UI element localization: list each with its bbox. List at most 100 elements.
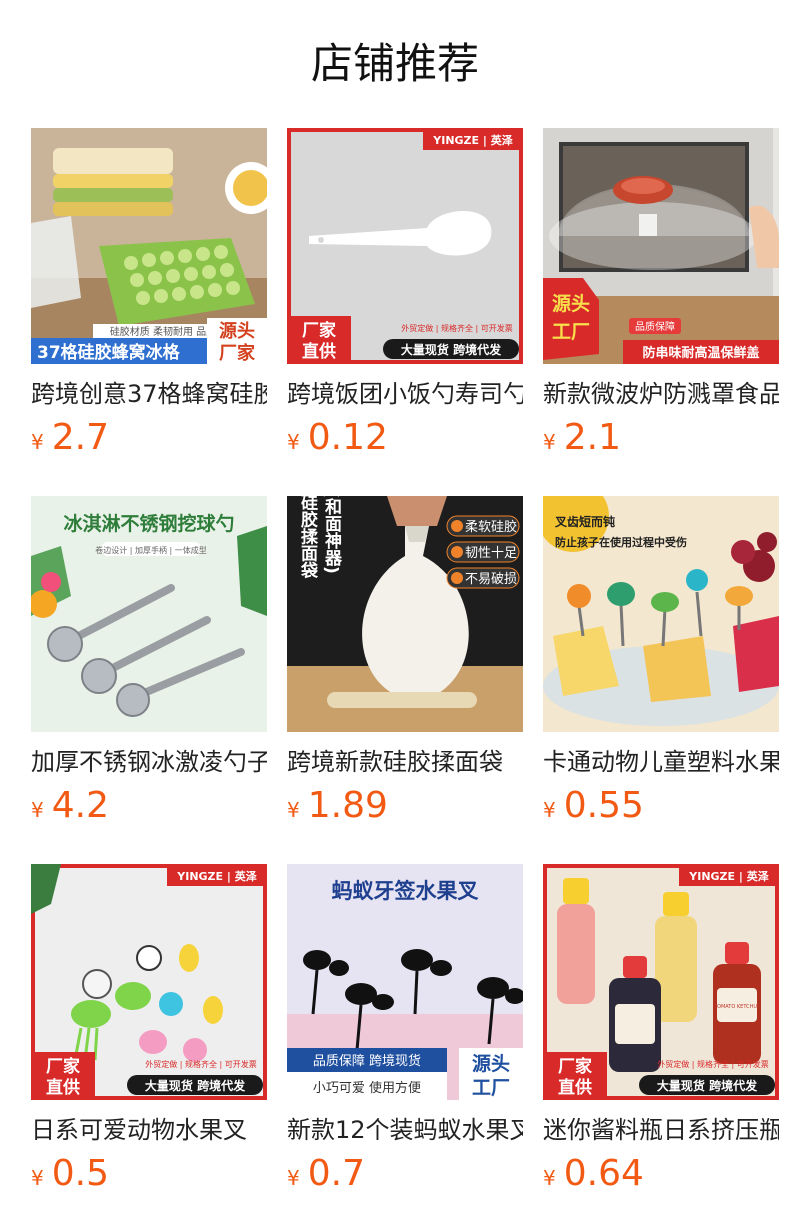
svg-text:冰淇淋不锈钢挖球勺: 冰淇淋不锈钢挖球勺 <box>63 512 234 535</box>
svg-text:工厂: 工厂 <box>472 1077 510 1099</box>
svg-text:防止孩子在使用过程中受伤: 防止孩子在使用过程中受伤 <box>555 535 687 549</box>
svg-text:叉齿短而钝: 叉齿短而钝 <box>554 514 615 529</box>
svg-text:外贸定做 | 规格齐全 | 可开发票: 外贸定做 | 规格齐全 | 可开发票 <box>657 1059 769 1069</box>
svg-text:YINGZE | 英泽: YINGZE | 英泽 <box>688 869 768 883</box>
product-price: ¥0.12 <box>287 416 388 460</box>
svg-text:大量现货 跨境代发: 大量现货 跨境代发 <box>145 1078 246 1093</box>
svg-text:蚂蚁牙签水果叉: 蚂蚁牙签水果叉 <box>332 879 480 903</box>
currency-symbol: ¥ <box>543 798 556 822</box>
price-value: 0.55 <box>563 785 644 826</box>
ice-cream-scoop-icon: 冰淇淋不锈钢挖球勺 卷边设计 | 加厚手柄 | 一体成型 <box>31 496 267 732</box>
product-card[interactable]: YINGZE | 英泽 TOMATO KETCHUP 厂家 直供 外贸定做 | <box>543 864 779 1194</box>
svg-text:硅胶揉面袋: 硅胶揉面袋 <box>297 496 319 579</box>
svg-text:厂家: 厂家 <box>46 1056 80 1077</box>
product-price: ¥0.5 <box>31 1152 109 1196</box>
svg-text:不易破损: 不易破损 <box>465 572 517 587</box>
svg-text:品质保障: 品质保障 <box>635 320 675 333</box>
product-name[interactable]: 新款微波炉防溅罩食品盖 <box>543 374 779 414</box>
product-card[interactable]: 硅胶揉面袋 (和面神器) 柔软硅胶 韧性十足 不易破损 跨境新款硅胶揉面袋 ¥ … <box>287 496 523 826</box>
svg-text:防串味耐高温保鲜盖: 防串味耐高温保鲜盖 <box>642 345 759 361</box>
product-price: ¥0.7 <box>287 1152 365 1196</box>
product-price: ¥2.1 <box>543 416 621 460</box>
product-price: ¥0.55 <box>543 784 644 828</box>
svg-text:TOMATO KETCHUP: TOMATO KETCHUP <box>713 1004 760 1010</box>
product-card[interactable]: 硅胶材质 柔韧耐用 品质保障 37格硅胶蜂窝冰格 源头 厂家 跨境创意37格蜂窝… <box>31 128 267 458</box>
product-card[interactable]: YINGZE | 英泽 厂家 直供 外贸定做 | 规格齐全 | 可开发票 大量现… <box>287 128 523 458</box>
svg-text:品质保障 跨境现货: 品质保障 跨境现货 <box>313 1053 421 1069</box>
currency-symbol: ¥ <box>543 430 556 454</box>
animal-fruit-forks-icon: YINGZE | 英泽 厂家 直供 外贸定做 | 规格齐全 | 可开发票 大量现… <box>31 864 267 1100</box>
price-value: 0.64 <box>563 1153 644 1194</box>
product-image[interactable]: 硅胶材质 柔韧耐用 品质保障 37格硅胶蜂窝冰格 源头 厂家 <box>31 128 267 364</box>
product-card[interactable]: 冰淇淋不锈钢挖球勺 卷边设计 | 加厚手柄 | 一体成型 加厚不锈钢冰激凌勺子 … <box>31 496 267 826</box>
product-image[interactable]: 源头 工厂 品质保障 防串味耐高温保鲜盖 <box>543 128 779 364</box>
svg-text:外贸定做 | 规格齐全 | 可开发票: 外贸定做 | 规格齐全 | 可开发票 <box>145 1059 257 1069</box>
price-value: 4.2 <box>51 785 109 826</box>
price-value: 2.7 <box>51 417 109 458</box>
product-price: ¥1.89 <box>287 784 388 828</box>
product-name[interactable]: 新款12个装蚂蚁水果叉 <box>287 1110 523 1150</box>
product-image[interactable]: 硅胶揉面袋 (和面神器) 柔软硅胶 韧性十足 不易破损 <box>287 496 523 732</box>
svg-text:源头: 源头 <box>472 1052 510 1075</box>
price-value: 0.5 <box>51 1153 109 1194</box>
product-card[interactable]: 源头 工厂 品质保障 防串味耐高温保鲜盖 新款微波炉防溅罩食品盖 ¥2.1 <box>543 128 779 458</box>
page-title: 店铺推荐 <box>310 39 479 88</box>
svg-text:大量现货 跨境代发: 大量现货 跨境代发 <box>401 342 502 357</box>
svg-text:37格硅胶蜂窝冰格: 37格硅胶蜂窝冰格 <box>37 342 181 363</box>
product-name[interactable]: 跨境新款硅胶揉面袋 <box>287 742 523 782</box>
product-name[interactable]: 加厚不锈钢冰激凌勺子 <box>31 742 267 782</box>
svg-text:外贸定做 | 规格齐全 | 可开发票: 外贸定做 | 规格齐全 | 可开发票 <box>401 323 513 333</box>
price-value: 0.7 <box>307 1153 365 1194</box>
svg-text:小巧可爱 使用方便: 小巧可爱 使用方便 <box>313 1080 421 1096</box>
currency-symbol: ¥ <box>287 798 300 822</box>
product-image[interactable]: YINGZE | 英泽 厂家 直供 外贸定做 | 规格齐全 | 可开发票 大量现… <box>31 864 267 1100</box>
price-value: 1.89 <box>307 785 388 826</box>
product-name[interactable]: 迷你酱料瓶日系挤压瓶 <box>543 1110 779 1150</box>
product-image[interactable]: 蚂蚁牙签水果叉 品质保障 跨境现货 小巧可爱 使用方便 源头 工厂 <box>287 864 523 1100</box>
svg-text:韧性十足: 韧性十足 <box>465 546 517 561</box>
product-image[interactable]: 冰淇淋不锈钢挖球勺 卷边设计 | 加厚手柄 | 一体成型 <box>31 496 267 732</box>
svg-text:源头: 源头 <box>552 292 590 315</box>
product-name[interactable]: 跨境饭团小饭勺寿司勺 <box>287 374 523 414</box>
product-image[interactable]: YINGZE | 英泽 TOMATO KETCHUP 厂家 直供 外贸定做 | <box>543 864 779 1100</box>
price-value: 0.12 <box>307 417 388 458</box>
svg-text:厂家: 厂家 <box>302 320 336 341</box>
microwave-cover-icon: 源头 工厂 品质保障 防串味耐高温保鲜盖 <box>543 128 779 364</box>
product-card[interactable]: YINGZE | 英泽 厂家 直供 外贸定做 | 规格齐全 | 可开发票 大量现… <box>31 864 267 1194</box>
currency-symbol: ¥ <box>31 430 44 454</box>
rice-spoon-icon: YINGZE | 英泽 厂家 直供 外贸定做 | 规格齐全 | 可开发票 大量现… <box>287 128 523 364</box>
sauce-bottles-icon: YINGZE | 英泽 TOMATO KETCHUP 厂家 直供 外贸定做 | <box>543 864 779 1100</box>
dinosaur-fruit-forks-icon: 叉齿短而钝 防止孩子在使用过程中受伤 <box>543 496 779 732</box>
svg-text:工厂: 工厂 <box>552 321 590 343</box>
svg-text:大量现货 跨境代发: 大量现货 跨境代发 <box>657 1078 758 1093</box>
product-image[interactable]: YINGZE | 英泽 厂家 直供 外贸定做 | 规格齐全 | 可开发票 大量现… <box>287 128 523 364</box>
svg-text:YINGZE | 英泽: YINGZE | 英泽 <box>432 133 512 147</box>
product-card[interactable]: 蚂蚁牙签水果叉 品质保障 跨境现货 小巧可爱 使用方便 源头 工厂 新款12个装… <box>287 864 523 1194</box>
svg-text:(和面神器): (和面神器) <box>321 496 343 574</box>
currency-symbol: ¥ <box>31 1166 44 1190</box>
svg-text:柔软硅胶: 柔软硅胶 <box>465 519 517 535</box>
ant-fruit-forks-icon: 蚂蚁牙签水果叉 品质保障 跨境现货 小巧可爱 使用方便 源头 工厂 <box>287 864 523 1100</box>
product-card[interactable]: 叉齿短而钝 防止孩子在使用过程中受伤 卡通动物儿童塑料水果 ¥ 0.55 <box>543 496 779 826</box>
svg-text:厂家: 厂家 <box>219 342 256 364</box>
store-recommendations-page: 店铺推荐 硅胶材质 柔韧耐用 品质保障 37格硅胶蜂窝冰格 源头 厂家 跨境创意… <box>0 0 790 1232</box>
svg-text:直供: 直供 <box>302 341 336 362</box>
svg-text:直供: 直供 <box>558 1077 592 1098</box>
dough-bag-icon: 硅胶揉面袋 (和面神器) 柔软硅胶 韧性十足 不易破损 <box>287 496 523 732</box>
currency-symbol: ¥ <box>543 1166 556 1190</box>
currency-symbol: ¥ <box>31 798 44 822</box>
svg-text:卷边设计 | 加厚手柄 | 一体成型: 卷边设计 | 加厚手柄 | 一体成型 <box>95 545 207 555</box>
svg-text:源头: 源头 <box>219 320 255 342</box>
product-name[interactable]: 日系可爱动物水果叉 <box>31 1110 267 1150</box>
product-price: ¥4.2 <box>31 784 109 828</box>
svg-text:YINGZE | 英泽: YINGZE | 英泽 <box>176 869 256 883</box>
price-value: 2.1 <box>563 417 621 458</box>
svg-text:直供: 直供 <box>46 1077 80 1098</box>
honeycomb-ice-tray-icon: 硅胶材质 柔韧耐用 品质保障 37格硅胶蜂窝冰格 源头 厂家 <box>31 128 267 364</box>
product-name[interactable]: 卡通动物儿童塑料水果叉 <box>543 742 779 782</box>
svg-text:厂家: 厂家 <box>558 1056 592 1077</box>
currency-symbol: ¥ <box>287 1166 300 1190</box>
product-name[interactable]: 跨境创意37格蜂窝硅胶冰格 <box>31 374 267 414</box>
product-image[interactable]: 叉齿短而钝 防止孩子在使用过程中受伤 <box>543 496 779 732</box>
product-price: ¥0.64 <box>543 1152 644 1196</box>
